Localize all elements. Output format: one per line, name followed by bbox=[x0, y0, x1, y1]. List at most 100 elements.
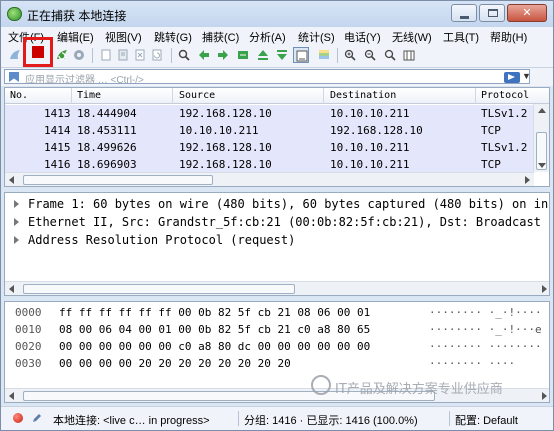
scrollbar-thumb[interactable] bbox=[23, 175, 213, 185]
packet-row[interactable]: 1413 18.444904 192.168.128.10 10.10.10.2… bbox=[5, 105, 534, 122]
bytes-offset: 0020 bbox=[15, 340, 42, 353]
zoom-in-button[interactable] bbox=[342, 47, 358, 63]
scroll-right-arrow-icon[interactable] bbox=[525, 176, 530, 184]
expand-arrow-icon[interactable] bbox=[14, 200, 19, 208]
start-capture-button[interactable] bbox=[7, 47, 23, 63]
menu-bar: 文件(F) 编辑(E) 视图(V) 跳转(G) 捕获(C) 分析(A) 统计(S… bbox=[1, 27, 553, 44]
close-file-button[interactable] bbox=[132, 47, 148, 63]
bytes-hex: ff ff ff ff ff ff 00 0b 82 5f cb 21 08 0… bbox=[59, 306, 371, 319]
status-divider bbox=[449, 411, 450, 426]
status-profile[interactable]: 配置: Default bbox=[455, 412, 518, 428]
scroll-right-arrow-icon[interactable] bbox=[542, 392, 547, 400]
bytes-hex: 00 00 00 00 20 20 20 20 20 20 20 20 bbox=[59, 357, 291, 370]
bytes-offset: 0000 bbox=[15, 306, 42, 319]
go-forward-icon bbox=[218, 50, 228, 60]
zoom-in-icon bbox=[344, 49, 356, 61]
go-back-button[interactable] bbox=[196, 47, 212, 63]
save-file-button[interactable] bbox=[115, 47, 131, 63]
toolbar-separator bbox=[171, 48, 172, 63]
go-first-packet-button[interactable] bbox=[255, 47, 271, 63]
menu-statistics[interactable]: 统计(S) bbox=[298, 29, 335, 45]
close-button[interactable]: ✕ bbox=[507, 4, 547, 22]
column-header-protocol[interactable]: Protocol bbox=[481, 90, 529, 101]
menu-capture[interactable]: 捕获(C) bbox=[202, 29, 239, 45]
packet-row[interactable]: 1416 18.696903 192.168.128.10 10.10.10.2… bbox=[5, 156, 534, 173]
column-header-time[interactable]: Time bbox=[77, 90, 101, 101]
toolbar-separator bbox=[92, 48, 93, 63]
auto-scroll-button[interactable] bbox=[293, 47, 309, 63]
find-packet-button[interactable] bbox=[176, 47, 192, 63]
filter-history-dropdown-icon[interactable]: ▼ bbox=[522, 71, 531, 81]
restart-capture-button[interactable] bbox=[54, 47, 70, 63]
column-header-no[interactable]: No. bbox=[10, 90, 28, 101]
menu-analyze[interactable]: 分析(A) bbox=[249, 29, 286, 45]
packet-list-horizontal-scrollbar[interactable] bbox=[5, 172, 534, 186]
minimize-button[interactable] bbox=[451, 4, 477, 22]
main-toolbar bbox=[1, 44, 553, 68]
save-file-icon bbox=[118, 49, 128, 61]
apply-filter-arrow-icon[interactable] bbox=[504, 72, 520, 83]
colorize-button[interactable] bbox=[316, 47, 332, 63]
scroll-left-arrow-icon[interactable] bbox=[9, 285, 14, 293]
close-file-icon bbox=[135, 49, 145, 61]
column-divider[interactable] bbox=[475, 88, 476, 104]
scroll-up-arrow-icon[interactable] bbox=[538, 108, 546, 113]
wireshark-window: 正在捕获 本地连接 ✕ 文件(F) 编辑(E) 视图(V) 跳转(G) 捕获(C… bbox=[0, 0, 554, 431]
packet-row[interactable]: 1414 18.453111 10.10.10.211 192.168.128.… bbox=[5, 122, 534, 139]
column-divider[interactable] bbox=[172, 88, 173, 104]
scroll-down-arrow-icon[interactable] bbox=[538, 163, 546, 168]
packet-source: 10.10.10.211 bbox=[179, 124, 259, 137]
packet-list-header: No. Time Source Destination Protocol bbox=[5, 88, 549, 104]
watermark-logo-icon bbox=[311, 375, 331, 395]
packet-destination: 10.10.10.211 bbox=[330, 141, 410, 154]
display-filter-input[interactable]: 应用显示过滤器 … <Ctrl-/> ▼ bbox=[4, 69, 531, 86]
menu-tools[interactable]: 工具(T) bbox=[443, 29, 479, 45]
scroll-left-arrow-icon[interactable] bbox=[9, 176, 14, 184]
packet-row[interactable]: 1415 18.499626 192.168.128.10 10.10.10.2… bbox=[5, 139, 534, 156]
packet-protocol: TLSv1.2 bbox=[481, 107, 528, 120]
capture-status-icon[interactable] bbox=[13, 413, 23, 423]
zoom-normal-button[interactable] bbox=[382, 47, 398, 63]
scroll-left-arrow-icon[interactable] bbox=[9, 392, 14, 400]
stop-button-highlight bbox=[23, 37, 53, 67]
reload-file-button[interactable] bbox=[149, 47, 165, 63]
open-file-icon bbox=[101, 49, 111, 61]
menu-wireless[interactable]: 无线(W) bbox=[392, 29, 432, 45]
packet-list-vertical-scrollbar[interactable] bbox=[533, 104, 549, 172]
title-bar[interactable]: 正在捕获 本地连接 ✕ bbox=[1, 1, 553, 27]
details-horizontal-scrollbar[interactable] bbox=[5, 281, 549, 295]
edit-comment-icon[interactable] bbox=[31, 412, 43, 424]
scrollbar-thumb[interactable] bbox=[23, 284, 295, 294]
bytes-ascii: ········ ········ bbox=[429, 340, 542, 353]
window-title: 正在捕获 本地连接 bbox=[27, 9, 127, 23]
expand-arrow-icon[interactable] bbox=[14, 218, 19, 226]
maximize-button[interactable] bbox=[479, 4, 505, 22]
column-header-source[interactable]: Source bbox=[179, 90, 215, 101]
resize-columns-button[interactable] bbox=[401, 47, 417, 63]
reload-file-icon bbox=[152, 49, 162, 61]
expand-arrow-icon[interactable] bbox=[14, 236, 19, 244]
go-last-packet-button[interactable] bbox=[274, 47, 290, 63]
packet-destination: 10.10.10.211 bbox=[330, 158, 410, 171]
go-to-packet-button[interactable] bbox=[235, 47, 251, 63]
column-divider[interactable] bbox=[71, 88, 72, 104]
column-header-destination[interactable]: Destination bbox=[330, 90, 396, 101]
column-divider[interactable] bbox=[323, 88, 324, 104]
scroll-right-arrow-icon[interactable] bbox=[542, 285, 547, 293]
go-forward-button[interactable] bbox=[215, 47, 231, 63]
packet-destination: 10.10.10.211 bbox=[330, 107, 410, 120]
bookmark-icon[interactable] bbox=[9, 72, 19, 82]
menu-telephony[interactable]: 电话(Y) bbox=[344, 29, 381, 45]
capture-options-button[interactable] bbox=[71, 47, 87, 63]
menu-help[interactable]: 帮助(H) bbox=[490, 29, 527, 45]
menu-view[interactable]: 视图(V) bbox=[105, 29, 142, 45]
packet-source: 192.168.128.10 bbox=[179, 141, 272, 154]
packet-time: 18.499626 bbox=[77, 141, 137, 154]
menu-edit[interactable]: 编辑(E) bbox=[57, 29, 94, 45]
packet-no: 1415 bbox=[44, 141, 71, 154]
menu-go[interactable]: 跳转(G) bbox=[154, 29, 192, 45]
zoom-out-button[interactable] bbox=[362, 47, 378, 63]
open-file-button[interactable] bbox=[98, 47, 114, 63]
go-first-icon bbox=[258, 50, 268, 60]
packet-protocol: TCP bbox=[481, 124, 501, 137]
